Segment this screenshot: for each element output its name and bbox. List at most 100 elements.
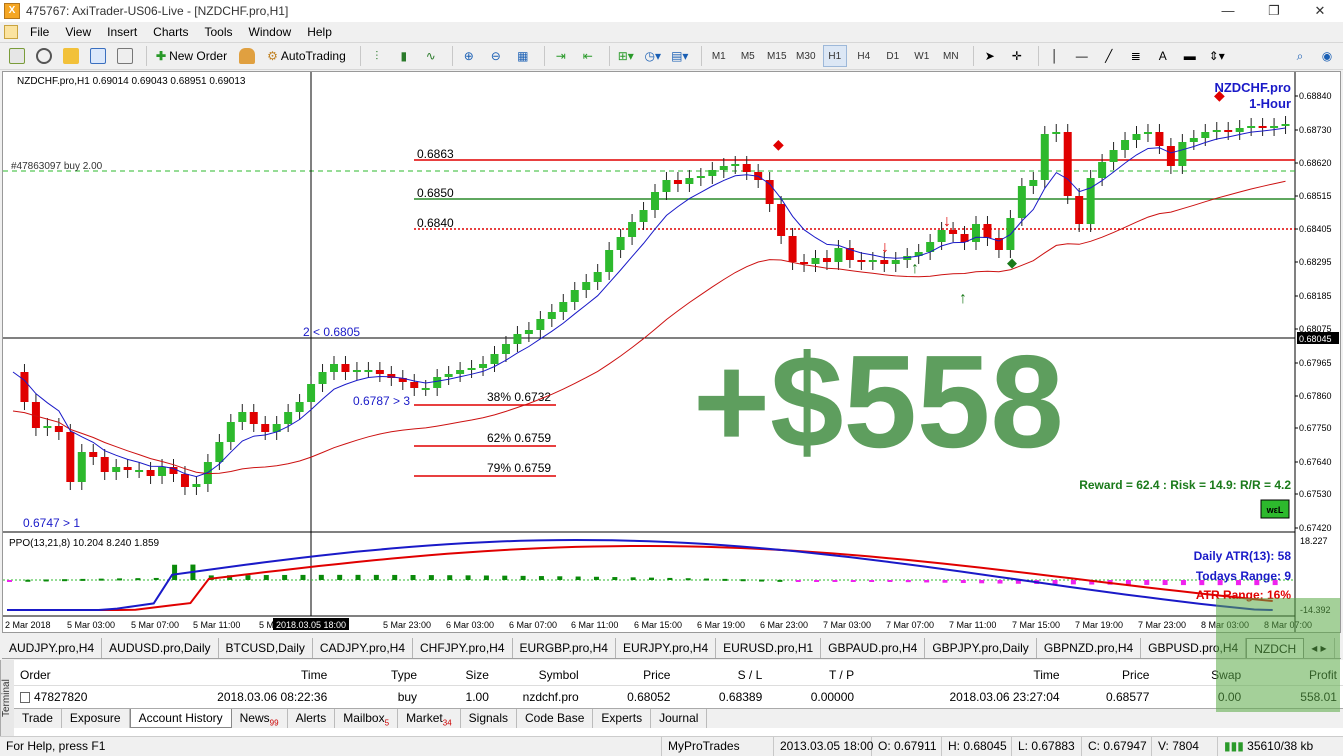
table-row[interactable]: 47827820 2018.03.06 08:22:36 buy 1.00 nz… (14, 686, 1343, 706)
col-close-time[interactable]: Time (860, 664, 1066, 685)
chart-shift-button[interactable]: ⇥ (550, 45, 572, 67)
menu-insert[interactable]: Insert (99, 25, 145, 39)
chart-tab[interactable]: GBPNZD.pro,H4 (1037, 638, 1142, 658)
chart-tab[interactable]: GBPJPY.pro,Daily (925, 638, 1037, 658)
chart-tab[interactable]: NZDCH (1246, 638, 1305, 658)
menu-file[interactable]: File (22, 25, 57, 39)
chart-tab[interactable]: EURGBP.pro,H4 (513, 638, 616, 658)
timeframe-m1[interactable]: M1 (707, 45, 731, 67)
new-order-button[interactable]: ✚ New Order (152, 45, 231, 67)
status-close: C: 0.67947 (1082, 737, 1152, 756)
col-order[interactable]: Order (14, 664, 124, 685)
autoscroll-button[interactable]: ⇤ (577, 45, 599, 67)
channel-button[interactable]: ≣ (1125, 45, 1147, 67)
col-profit[interactable]: Profit (1247, 664, 1343, 685)
text-button[interactable]: A (1152, 45, 1174, 67)
bullish-candle (1052, 132, 1061, 134)
col-price[interactable]: Price (585, 664, 677, 685)
bearish-candle (123, 467, 132, 470)
timeframe-h1[interactable]: H1 (822, 45, 847, 67)
terminal-tab[interactable]: Trade (14, 709, 62, 728)
col-symbol[interactable]: Symbol (495, 664, 585, 685)
terminal-tab[interactable]: Code Base (517, 709, 594, 728)
menu-view[interactable]: View (57, 25, 99, 39)
status-help: For Help, press F1 (0, 737, 662, 756)
tile-windows-button[interactable]: ▦ (512, 45, 534, 67)
timeframe-mn[interactable]: MN (939, 45, 963, 67)
label-button[interactable]: ▬ (1179, 45, 1201, 67)
candle-chart-button[interactable]: ▮ (393, 45, 415, 67)
ppo-histogram-bar (392, 574, 398, 580)
expert-button[interactable] (236, 45, 258, 67)
price-tick-label: 0.67750 (1299, 423, 1332, 433)
terminal-tab[interactable]: Experts (593, 709, 652, 728)
col-size[interactable]: Size (423, 664, 495, 685)
zoom-in-button[interactable]: ⊕ (458, 45, 480, 67)
profiles-button[interactable] (33, 45, 55, 67)
zoom-out-button[interactable]: ⊖ (485, 45, 507, 67)
trendline-button[interactable]: ╱ (1098, 45, 1120, 67)
tab-scroll-arrows-icon[interactable]: ◂ ▸ (1304, 638, 1335, 658)
timeframe-m30[interactable]: M30 (794, 45, 818, 67)
terminal-tab[interactable]: Journal (651, 709, 708, 728)
chart-tab[interactable]: GBPUSD.pro,H4 (1141, 638, 1247, 658)
favorites-button[interactable] (60, 45, 82, 67)
col-sl[interactable]: S / L (676, 664, 768, 685)
ppo-histogram-bar (98, 578, 104, 581)
templates-button[interactable]: ▤▾ (669, 45, 691, 67)
auto-trading-button[interactable]: ⚙ AutoTrading (263, 45, 350, 67)
bullish-candle (43, 426, 52, 428)
chart-tab[interactable]: BTCUSD,Daily (219, 638, 313, 658)
crosshair-button[interactable]: ✛ (1006, 45, 1028, 67)
close-button[interactable]: ✕ (1297, 0, 1343, 22)
menu-window[interactable]: Window (241, 25, 300, 39)
timeframe-m5[interactable]: M5 (736, 45, 760, 67)
terminal-tab[interactable]: Exposure (62, 709, 130, 728)
chart-tab[interactable]: CADJPY.pro,H4 (313, 638, 414, 658)
chart-tab[interactable]: EURJPY.pro,H4 (616, 638, 717, 658)
chart-tab[interactable]: AUDUSD.pro,Daily (102, 638, 219, 658)
terminal-tab[interactable]: Signals (461, 709, 518, 728)
horizontal-line-button[interactable]: — (1071, 45, 1093, 67)
navigator-button[interactable] (87, 45, 109, 67)
chart-window[interactable]: NZDCHF.pro,H1 0.69014 0.69043 0.68951 0.… (2, 71, 1341, 633)
search-button[interactable]: ⌕ (1289, 45, 1311, 67)
terminal-tab[interactable]: News99 (232, 709, 288, 728)
time-tick-label: 6 Mar 03:00 (446, 620, 494, 630)
terminal-tab[interactable]: Market34 (398, 709, 461, 728)
terminal-tab[interactable]: Alerts (288, 709, 336, 728)
price-chart[interactable]: NZDCHF.pro,H1 0.69014 0.69043 0.68951 0.… (3, 72, 1340, 632)
terminal-tab[interactable]: Mailbox5 (335, 709, 399, 728)
chart-tab[interactable]: AUDJPY.pro,H4 (2, 638, 103, 658)
chart-tab[interactable]: GBPAUD.pro,H4 (821, 638, 926, 658)
vertical-line-button[interactable]: │ (1044, 45, 1066, 67)
col-tp[interactable]: T / P (768, 664, 860, 685)
indicators-button[interactable]: ⊞▾ (615, 45, 637, 67)
community-button[interactable]: ◉ (1316, 45, 1338, 67)
menu-tools[interactable]: Tools (197, 25, 241, 39)
chart-tab[interactable]: CHFJPY.pro,H4 (413, 638, 513, 658)
col-close-price[interactable]: Price (1066, 664, 1156, 685)
col-type[interactable]: Type (333, 664, 423, 685)
col-time[interactable]: Time (124, 664, 334, 685)
ppo-histogram-bar (172, 564, 178, 580)
restore-button[interactable]: ❐ (1251, 0, 1297, 22)
chart-tab[interactable]: EURUSD.pro,H1 (716, 638, 822, 658)
timeframe-w1[interactable]: W1 (910, 45, 934, 67)
col-swap[interactable]: Swap (1155, 664, 1247, 685)
menu-charts[interactable]: Charts (145, 25, 196, 39)
periods-button[interactable]: ◷▾ (642, 45, 664, 67)
bar-chart-button[interactable]: ⫶ (366, 45, 388, 67)
timeframe-m15[interactable]: M15 (765, 45, 789, 67)
timeframe-h4[interactable]: H4 (852, 45, 876, 67)
line-chart-button[interactable]: ∿ (420, 45, 442, 67)
new-chart-button[interactable] (6, 45, 28, 67)
menu-help[interactable]: Help (299, 25, 340, 39)
minimize-button[interactable]: — (1205, 0, 1251, 22)
cursor-button[interactable]: ➤ (979, 45, 1001, 67)
terminal-tab[interactable]: Account History (129, 709, 232, 728)
ppo-histogram-bar (483, 575, 489, 580)
terminal-toggle-button[interactable] (114, 45, 136, 67)
timeframe-d1[interactable]: D1 (881, 45, 905, 67)
arrows-button[interactable]: ⇕▾ (1206, 45, 1228, 67)
